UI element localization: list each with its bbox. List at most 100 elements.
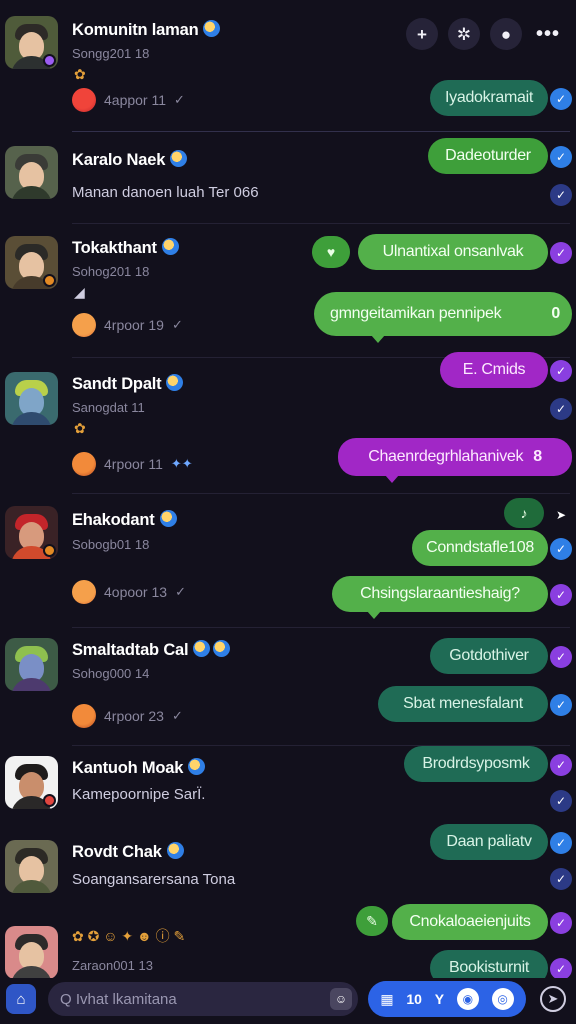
delivered-icon: ✓ bbox=[550, 868, 572, 890]
contact-name: Kantuoh Moak bbox=[72, 758, 206, 778]
voice-icon[interactable]: ✎ bbox=[356, 906, 388, 936]
conversation-row[interactable]: Sandt Dpalt Sanogdat 11 ✿ 4rpoor 11 ✦✦ E… bbox=[0, 352, 576, 494]
timeline: 4rpoor 23 ✓ bbox=[72, 704, 183, 728]
message-preview: Soangansarersana Tona bbox=[72, 871, 236, 888]
message-bubble[interactable]: Sbat menesfalant bbox=[378, 686, 548, 722]
tool-label[interactable]: Y bbox=[435, 991, 444, 1007]
emoji-avatar-icon bbox=[72, 704, 96, 728]
contact-name: Tokakthant bbox=[72, 238, 179, 258]
emoji-avatar-icon bbox=[72, 313, 96, 337]
reaction-icon bbox=[213, 640, 231, 657]
message-bubble[interactable]: Cnokaloaeienjuits bbox=[392, 904, 548, 940]
message-bubble[interactable]: Brodrdsyposmk bbox=[404, 746, 548, 782]
delivered-icon: ✓ bbox=[550, 184, 572, 206]
reaction-icons: ✿ ✪ ☺ ✦ ☻ ⓘ ✎ bbox=[72, 928, 186, 944]
conversation-row[interactable]: Ehakodant Sobogb01 18 4opoor 13 ✓ ♪ ➤ Co… bbox=[0, 494, 576, 628]
verified-icon bbox=[159, 510, 177, 527]
read-receipt-icon: ✓ bbox=[550, 88, 572, 110]
message-bubble[interactable]: Iyadokramait bbox=[430, 80, 548, 116]
contact-name: Smaltadtab Cal bbox=[72, 640, 231, 660]
read-receipt-icon: ✓ bbox=[550, 360, 572, 382]
voice-icon[interactable]: ♥ bbox=[312, 236, 350, 268]
verified-icon bbox=[193, 640, 211, 657]
status-icon: ✓ bbox=[174, 92, 185, 107]
conversation-row[interactable]: Smaltadtab Cal Sohog000 14 4rpoor 23 ✓ G… bbox=[0, 628, 576, 746]
conversation-row[interactable]: Tokakthant Sohog201 18 ◢ 4rpoor 19 ✓ ♥ U… bbox=[0, 224, 576, 358]
avatar bbox=[5, 236, 58, 289]
contact-name: Ehakodant bbox=[72, 510, 177, 530]
message-bubble[interactable]: Chaenrdegrhlahanivek 8 bbox=[338, 438, 572, 483]
read-receipt-icon: ✓ bbox=[550, 958, 572, 980]
avatar bbox=[5, 840, 58, 893]
contact-subtitle: Sohog201 18 bbox=[72, 264, 150, 279]
message-bubble[interactable]: Conndstafle108 bbox=[412, 530, 548, 566]
read-receipt-icon: ✓ bbox=[550, 754, 572, 776]
timeline: 4appor 11 ✓ bbox=[72, 88, 185, 112]
emoji-avatar-icon bbox=[72, 88, 96, 112]
conversation-row[interactable]: Rovdt Chak Soangansarersana Tona Daan pa… bbox=[0, 824, 576, 916]
timestamp: 4rpoor 11 bbox=[104, 456, 163, 472]
reaction-icon: ✿ bbox=[74, 420, 86, 436]
contact-subtitle: Sohog000 14 bbox=[72, 666, 150, 681]
read-receipt-icon: ✓ bbox=[550, 646, 572, 668]
contact-name: Karalo Naek bbox=[72, 150, 188, 170]
message-bubble[interactable]: gmngeitamikan pennipek 0 bbox=[314, 292, 572, 343]
delivered-icon: ✓ bbox=[550, 790, 572, 812]
message-bubble[interactable]: Chsingslaraantieshaig? bbox=[332, 576, 548, 619]
avatar bbox=[5, 926, 58, 979]
read-receipt-icon: ✓ bbox=[550, 584, 572, 606]
contact-subtitle: Songg201 18 bbox=[72, 46, 150, 61]
read-receipt-icon: ✓ bbox=[550, 242, 572, 264]
tool-label[interactable]: 10 bbox=[406, 991, 422, 1007]
timeline: 4rpoor 11 ✦✦ bbox=[72, 452, 193, 476]
message-input[interactable] bbox=[48, 982, 358, 1016]
timestamp: 4opoor 13 bbox=[104, 584, 168, 600]
verified-icon bbox=[170, 150, 188, 167]
contact-subtitle: Sobogb01 18 bbox=[72, 537, 150, 552]
contact-subtitle: Sanogdat 11 bbox=[72, 400, 145, 415]
conversation-row[interactable]: Karalo Naek Manan danoen luah Ter 066 Da… bbox=[0, 132, 576, 224]
read-receipt-icon: ✓ bbox=[550, 912, 572, 934]
pin-icon: ◢ bbox=[74, 284, 85, 300]
verified-icon bbox=[166, 842, 184, 859]
composer-tools: ▦ 10 Y ◉ ◎ bbox=[368, 981, 526, 1017]
conversation-row[interactable]: Komunitn laman Songg201 18 ✿ 4appor 11 ✓… bbox=[0, 10, 576, 132]
avatar bbox=[5, 756, 58, 809]
avatar bbox=[5, 16, 58, 69]
message-bubble[interactable]: Ulnantixal onsanlvak bbox=[358, 234, 548, 270]
avatar bbox=[5, 372, 58, 425]
camera-icon[interactable]: ◉ bbox=[456, 988, 479, 1010]
voice-icon[interactable]: ♪ bbox=[504, 498, 544, 528]
reaction-row: ✿ ✪ ☺ ✦ ☻ ⓘ ✎ bbox=[72, 926, 185, 946]
verified-icon bbox=[203, 20, 221, 37]
conversation-row[interactable]: ✿ ✪ ☺ ✦ ☻ ⓘ ✎ Zaraon001 13 ✎ Cnokaloaeie… bbox=[0, 904, 576, 986]
conversation-row[interactable]: Kantuoh Moak Kamepoornipe SarÏ. Brodrdsy… bbox=[0, 746, 576, 826]
calendar-icon[interactable]: ▦ bbox=[380, 991, 393, 1008]
timestamp: 4appor 11 bbox=[104, 92, 167, 108]
message-bubble[interactable]: Gotdothiver bbox=[430, 638, 548, 674]
avatar bbox=[5, 506, 58, 559]
avatar bbox=[5, 146, 58, 199]
message-bubble[interactable]: Daan paliatv bbox=[430, 824, 548, 860]
message-bubble[interactable]: Dadeoturder bbox=[428, 138, 548, 174]
read-receipt-icon: ✓ bbox=[550, 146, 572, 168]
message-composer: ⌂ ☺ ▦ 10 Y ◉ ◎ ➤ bbox=[0, 978, 576, 1024]
message-bubble[interactable]: E. Cmids bbox=[440, 352, 548, 388]
timeline: 4rpoor 19 ✓ bbox=[72, 313, 183, 337]
sticker-icon[interactable]: ☺ bbox=[330, 988, 352, 1010]
verified-icon bbox=[166, 374, 184, 391]
chat-app: + ✲ ● ••• Komunitn laman Songg201 18 ✿ 4… bbox=[0, 0, 576, 1024]
send-icon[interactable]: ➤ bbox=[550, 504, 572, 526]
home-icon[interactable]: ⌂ bbox=[6, 984, 36, 1014]
avatar bbox=[5, 638, 58, 691]
contact-name: Rovdt Chak bbox=[72, 842, 184, 862]
status-icon: ✓ bbox=[171, 317, 183, 332]
verified-icon bbox=[188, 758, 206, 775]
reaction-icons: ✦✦ bbox=[170, 456, 193, 471]
send-icon[interactable]: ➤ bbox=[540, 986, 566, 1012]
timestamp: 4rpoor 19 bbox=[104, 317, 164, 333]
emoji-avatar-icon bbox=[72, 452, 96, 476]
read-receipt-icon: ✓ bbox=[550, 538, 572, 560]
message-preview: Manan danoen luah Ter 066 bbox=[72, 184, 259, 201]
gallery-icon[interactable]: ◎ bbox=[491, 988, 514, 1010]
